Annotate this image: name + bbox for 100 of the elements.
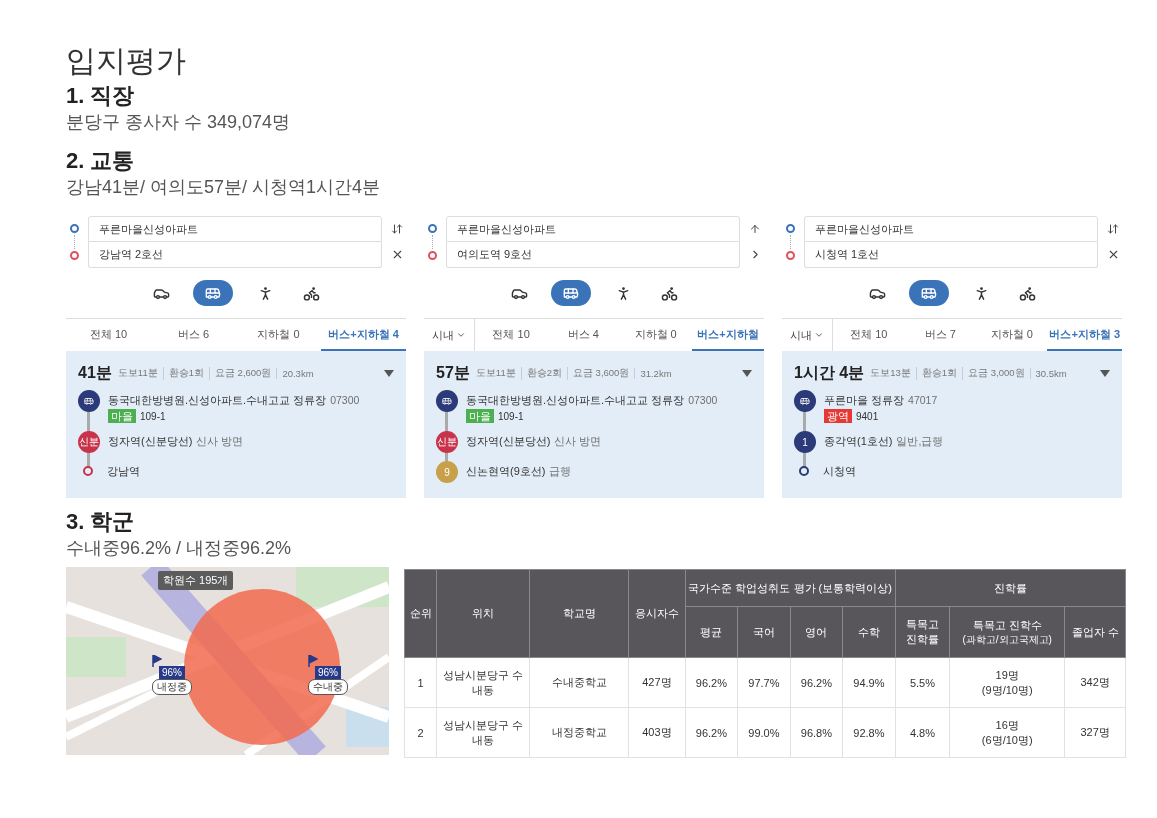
bus-icon (563, 285, 579, 301)
column-header: 특목고 진학률 (895, 606, 950, 658)
arrow-up-icon[interactable] (749, 222, 761, 235)
duration: 41분 (78, 363, 112, 383)
tab[interactable]: 지하철 0 (975, 319, 1048, 351)
table-cell: 내정중학교 (529, 707, 629, 758)
bus-type-tag: 마을 (108, 409, 136, 423)
stop-note: 47017 (908, 394, 938, 406)
stop-name: 정자역(신분당선) (108, 435, 193, 447)
destination-dot-icon (785, 251, 795, 260)
section-summary: 분당구 종사자 수 349,074명 (66, 111, 292, 134)
stop-name: 동국대한방병원.신성아파트.수내고교 정류장 (108, 394, 327, 406)
table-cell: 16명 (6명/10명) (949, 707, 1065, 758)
stop-name: 푸른마을 정류장 (824, 394, 905, 406)
origin-field[interactable]: 푸른마을신성아파트 (804, 216, 1098, 242)
bus-type-tag: 마을 (466, 409, 494, 423)
flag-icon (152, 655, 162, 667)
flag-icon (308, 655, 318, 667)
swap-icon[interactable] (391, 222, 403, 235)
destination-field[interactable]: 강남역 2호선 (88, 242, 382, 268)
route-detail: 도보11분 (117, 367, 159, 380)
route-detail: 환승1회 (162, 367, 209, 380)
tab[interactable]: 지하철 0 (619, 319, 692, 351)
origin-dot-icon (427, 224, 437, 233)
chevron-down-icon (456, 330, 466, 340)
section-summary: 수내중96.2% / 내정중96.2% (66, 537, 293, 560)
stop-note: 07300 (688, 394, 718, 406)
column-header: 졸업자 수 (1064, 606, 1126, 658)
academy-count-label: 학원수 195개 (158, 571, 234, 590)
tab[interactable]: 전체 10 (833, 319, 905, 351)
route-card[interactable]: 1시간 4분 도보13분 환승1회 요금 3,000원 30.5km 푸른마을 정류장 47017 광역 9401 1 종각역(1호선) 일반,급행 시청역 (782, 351, 1122, 498)
bike-icon (660, 284, 678, 302)
route-detail: 30.5km (1029, 368, 1072, 379)
origin-field[interactable]: 푸른마을신성아파트 (446, 216, 740, 242)
column-header: 수학 (842, 606, 896, 658)
line-badge: 신분 (436, 431, 458, 453)
column-header: 국어 (737, 606, 791, 658)
route-detail: 환승2회 (520, 367, 567, 380)
swap-icon[interactable] (1107, 222, 1119, 235)
table-cell: 수내중학교 (529, 657, 629, 708)
route-number: 9401 (856, 410, 879, 422)
section-heading: 2. 교통 (66, 147, 136, 175)
destination-dot-icon (427, 251, 437, 260)
origin-field[interactable]: 푸른마을신성아파트 (88, 216, 382, 242)
column-header: 위치 (436, 569, 530, 658)
bus-icon (921, 285, 937, 301)
tab[interactable]: 전체 10 (475, 319, 548, 351)
school-name-label: 내정중 (152, 679, 192, 695)
caret-icon[interactable] (742, 370, 752, 377)
bus-icon (205, 285, 221, 301)
stop-note: 07300 (330, 394, 360, 406)
route-number: 109-1 (140, 410, 166, 422)
stop-name: 강남역 (107, 465, 140, 477)
column-header: 순위 (404, 569, 437, 658)
page-title: 입지평가 (66, 43, 187, 79)
column-header: 영어 (790, 606, 843, 658)
line-badge: 9 (436, 461, 458, 483)
column-header: 평균 (685, 606, 738, 658)
stop-note: 신사 방면 (554, 435, 602, 447)
table-cell: 96.2% (685, 707, 738, 758)
route-detail: 20.3km (276, 368, 319, 379)
tab[interactable]: 지하철 0 (236, 319, 321, 351)
school-rate-label: 96% (315, 666, 341, 679)
caret-icon[interactable] (384, 370, 394, 377)
tab[interactable]: 버스 4 (547, 319, 620, 351)
route-card[interactable]: 57분 도보11분 환승2회 요금 3,600원 31.2km 동국대한방병원.신성아파트.수내고교 정류장 07300 마을 109-1 신분 정자역(신분당선) 신사 방면 9 신논현역(9호선) 급행 (424, 351, 764, 498)
table-cell: 342명 (1064, 657, 1126, 708)
line-badge: 신분 (78, 431, 100, 453)
stop-name: 시청역 (823, 465, 856, 477)
stop-name: 정자역(신분당선) (466, 435, 551, 447)
table-cell: 327명 (1064, 707, 1126, 758)
stop-note: 신사 방면 (196, 435, 244, 447)
school-name-label: 수내중 (308, 679, 348, 695)
column-header: 응시자수 (628, 569, 686, 658)
route-detail: 도보11분 (475, 367, 517, 380)
column-group-header: 진학률 (895, 569, 1126, 607)
tab[interactable]: 버스 6 (151, 319, 236, 351)
destination-field[interactable]: 여의도역 9호선 (446, 242, 740, 268)
stop-name: 신논현역(9호선) (466, 465, 546, 477)
origin-dot-icon (69, 224, 79, 233)
table-cell: 96.8% (790, 707, 843, 758)
caret-icon[interactable] (1100, 370, 1110, 377)
tab[interactable]: 전체 10 (66, 319, 151, 351)
table-cell: 99.0% (737, 707, 791, 758)
table-cell: 1 (404, 657, 437, 708)
destination-field[interactable]: 시청역 1호선 (804, 242, 1098, 268)
table-cell: 성남시분당구 수내동 (436, 707, 530, 758)
table-cell: 96.2% (790, 657, 843, 708)
tab[interactable]: 버스 7 (904, 319, 976, 351)
origin-dot-icon (785, 224, 795, 233)
table-cell: 96.2% (685, 657, 738, 708)
route-detail: 요금 3,000원 (962, 367, 1030, 380)
section-summary: 강남41분/ 여의도57분/ 시청역1시간4분 (66, 176, 382, 199)
table-cell: 427명 (628, 657, 686, 708)
table-cell: 97.7% (737, 657, 791, 708)
table-cell: 19명 (9명/10명) (949, 657, 1065, 708)
bike-icon (302, 284, 320, 302)
table-cell: 2 (404, 707, 437, 758)
route-card[interactable]: 41분 도보11분 환승1회 요금 2,600원 20.3km 동국대한방병원.신성아파트.수내고교 정류장 07300 마을 109-1 신분 정자역(신분당선) 신사 방면 강남역 (66, 351, 406, 498)
table-cell: 4.8% (895, 707, 950, 758)
